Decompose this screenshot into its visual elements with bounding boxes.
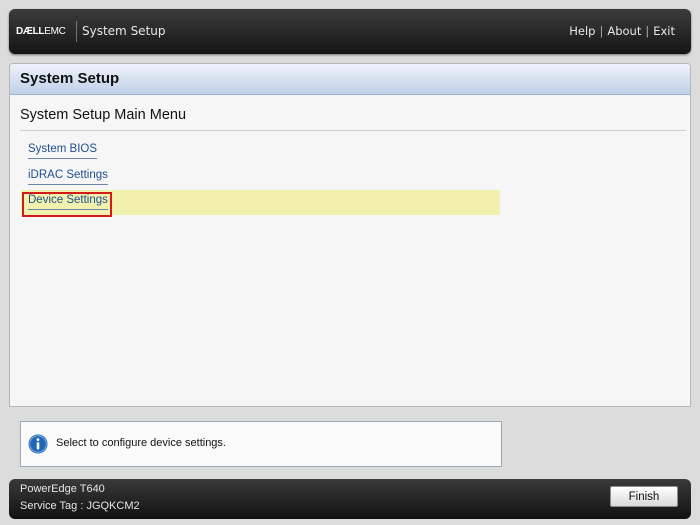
panel-title-bar: System Setup xyxy=(10,64,690,95)
help-area: Select to configure device settings. xyxy=(9,408,691,473)
menu-item-device-settings[interactable]: Device Settings xyxy=(21,190,500,217)
menu-item-label: iDRAC Settings xyxy=(28,169,108,185)
menu-item-label: System BIOS xyxy=(28,143,98,159)
exit-link[interactable]: Exit xyxy=(653,24,675,38)
top-links: Help | About | Exit xyxy=(569,21,675,42)
main-panel: System Setup System Setup Main Menu Syst… xyxy=(9,63,691,407)
info-icon xyxy=(28,434,48,454)
service-tag: Service Tag : JGQKCM2 xyxy=(20,500,140,512)
system-model: PowerEdge T640 xyxy=(20,483,105,495)
finish-button[interactable]: Finish xyxy=(610,486,678,507)
link-separator: | xyxy=(645,24,650,38)
help-text: Select to configure device settings. xyxy=(56,437,226,449)
help-link[interactable]: Help xyxy=(569,24,595,38)
about-link[interactable]: About xyxy=(607,24,641,38)
footer-bar: PowerEdge T640 Service Tag : JGQKCM2 Fin… xyxy=(9,479,691,519)
app-title: System Setup xyxy=(82,24,166,38)
header-bar: DÆLLEMC System Setup Help | About | Exit xyxy=(9,9,691,54)
logo-emc: EMC xyxy=(44,26,66,37)
panel-title: System Setup xyxy=(20,70,120,87)
highlight-callout-box xyxy=(22,192,112,217)
menu-item-system-bios[interactable]: System BIOS xyxy=(21,139,500,164)
section-heading: System Setup Main Menu xyxy=(20,107,187,123)
logo-dell: DÆLL xyxy=(16,26,45,37)
link-separator: | xyxy=(599,24,604,38)
section-divider xyxy=(20,130,686,131)
help-message-box: Select to configure device settings. xyxy=(20,421,502,467)
menu-item-idrac-settings[interactable]: iDRAC Settings xyxy=(21,165,500,190)
dell-emc-logo: DÆLLEMC xyxy=(16,21,77,42)
